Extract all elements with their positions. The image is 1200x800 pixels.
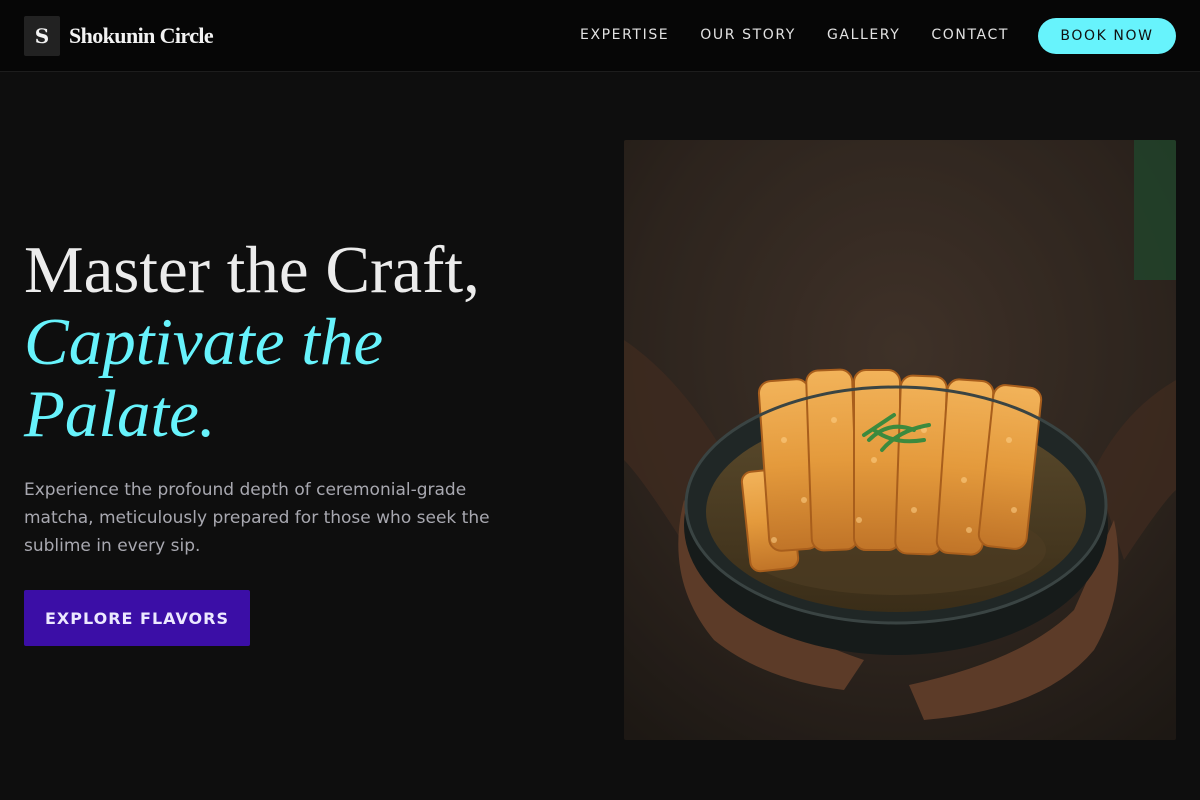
brand-logo: S	[24, 16, 60, 56]
nav-link-expertise[interactable]: EXPERTISE	[580, 26, 669, 44]
main-nav: EXPERTISE OUR STORY GALLERY CONTACT	[580, 26, 1040, 44]
book-now-button[interactable]: BOOK NOW	[1038, 18, 1176, 54]
nav-link-contact[interactable]: CONTACT	[931, 26, 1009, 44]
nav-link-gallery[interactable]: GALLERY	[827, 26, 900, 44]
hero-lead-text: Experience the profound depth of ceremon…	[24, 480, 490, 556]
hero-headline: Master the Craft, Captivate the Palate.	[24, 234, 584, 450]
headline-accent: Captivate the Palate.	[24, 305, 384, 451]
brand[interactable]: S Shokunin Circle	[24, 16, 214, 56]
explore-flavors-button[interactable]: EXPLORE FLAVORS	[24, 590, 250, 646]
brand-name: Shokunin Circle	[69, 23, 214, 48]
top-navbar: S Shokunin Circle EXPERTISE OUR STORY GA…	[0, 0, 1200, 72]
headline-line-1: Master the Craft,	[24, 233, 480, 307]
hero-food-image	[624, 140, 1176, 740]
nav-link-our-story[interactable]: OUR STORY	[700, 26, 796, 44]
